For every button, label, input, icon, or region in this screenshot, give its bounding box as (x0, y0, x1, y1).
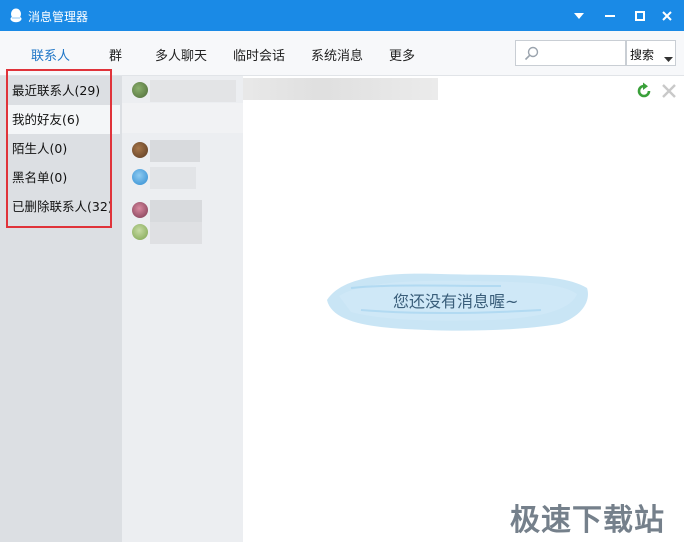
tab-multi-chat[interactable]: 多人聊天 (155, 45, 207, 64)
avatar (132, 202, 148, 218)
category-recent-contacts[interactable]: 最近联系人(29) (8, 76, 120, 105)
window-title: 消息管理器 (28, 10, 89, 24)
list-item[interactable] (122, 103, 243, 133)
tab-system-messages[interactable]: 系统消息 (311, 45, 363, 64)
delete-icon[interactable] (660, 82, 678, 100)
qq-penguin-icon (9, 8, 23, 23)
tab-more[interactable]: 更多 (389, 45, 415, 64)
list-item[interactable] (132, 140, 242, 162)
maximize-icon (635, 11, 645, 21)
watermark-text: 极速下载站 (510, 503, 665, 538)
category-strangers[interactable]: 陌生人(0) (8, 134, 120, 163)
message-content-area: 您还没有消息喔~ (243, 76, 684, 542)
contact-name-blurred (150, 200, 202, 222)
avatar (132, 224, 148, 240)
contact-name-blurred (122, 103, 243, 133)
contact-name-blurred (150, 167, 196, 189)
maximize-button[interactable] (629, 5, 651, 27)
category-my-friends[interactable]: 我的好友(6) (8, 105, 120, 134)
contact-list (122, 76, 243, 542)
tab-contacts[interactable]: 联系人 (31, 45, 70, 64)
search-box (515, 40, 626, 66)
dropdown-menu-button[interactable] (568, 5, 590, 27)
search-icon (524, 46, 539, 65)
contact-name-blurred (150, 222, 202, 244)
caret-down-icon (574, 13, 584, 19)
tab-temp-sessions[interactable]: 临时会话 (233, 45, 285, 64)
tab-toolbar: 联系人 群 多人聊天 临时会话 系统消息 更多 搜索 (0, 31, 684, 76)
refresh-icon[interactable] (635, 82, 653, 100)
category-deleted-contacts[interactable]: 已删除联系人(32) (8, 192, 120, 221)
title-bar: 消息管理器 (0, 0, 684, 31)
contact-name-blurred (150, 140, 200, 162)
minimize-icon (605, 15, 615, 17)
caret-down-icon (664, 51, 673, 66)
contact-name-blurred (150, 80, 236, 102)
tab-groups[interactable]: 群 (109, 45, 122, 64)
minimize-button[interactable] (599, 5, 621, 27)
message-manager-window: 消息管理器 联系人 群 多人聊天 临时会话 系统消息 更多 搜索 最近联系人(2… (0, 0, 684, 542)
avatar (132, 82, 148, 98)
category-blacklist[interactable]: 黑名单(0) (8, 163, 120, 192)
avatar (132, 169, 148, 185)
search-scope-label: 搜索 (630, 48, 655, 62)
conversation-header-blurred (243, 78, 438, 100)
empty-message: 您还没有消息喔~ (393, 292, 519, 311)
list-item[interactable] (132, 167, 242, 189)
empty-state: 您还没有消息喔~ (321, 266, 593, 334)
search-scope-select[interactable]: 搜索 (626, 40, 676, 66)
close-button[interactable] (656, 5, 678, 27)
avatar (132, 142, 148, 158)
search-input[interactable] (544, 44, 622, 62)
list-item[interactable] (132, 80, 242, 102)
list-item[interactable] (132, 222, 242, 244)
close-icon (662, 11, 672, 21)
list-item[interactable] (132, 200, 242, 222)
